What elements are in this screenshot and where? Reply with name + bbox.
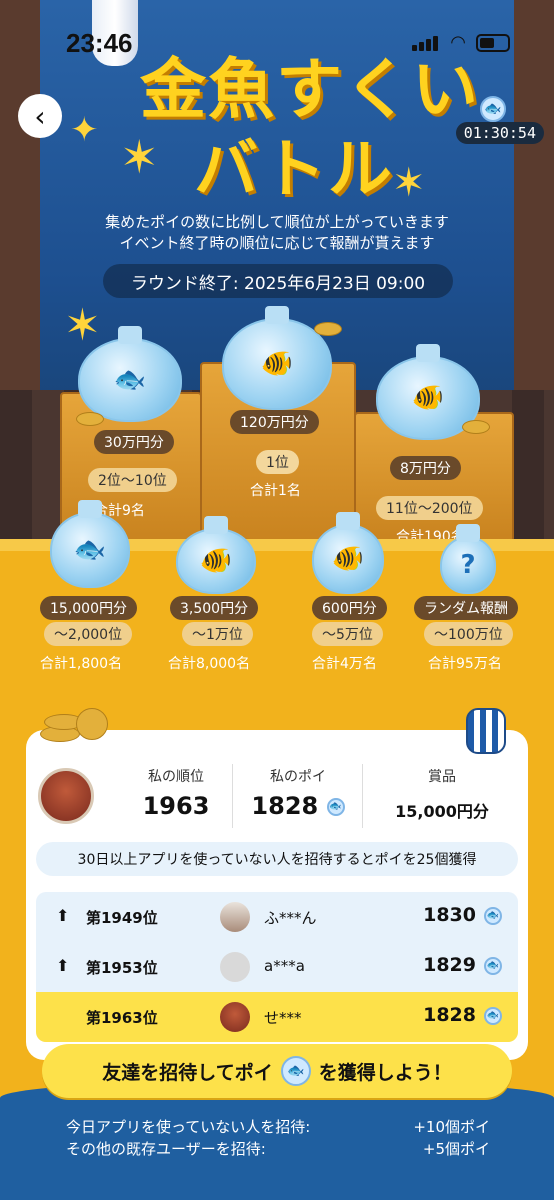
coin-icon bbox=[462, 420, 490, 434]
prize-second: 30万円分 bbox=[94, 430, 174, 454]
rank-tier-6: 〜5万位 bbox=[312, 622, 383, 646]
my-rank-value: 1963 bbox=[142, 792, 210, 820]
avatar bbox=[220, 952, 250, 982]
screen: 23:46 ◠ ‹ 金魚すくい バトル ✦ ✶ ✶ ✶ 🐟 01:30:54 集… bbox=[0, 0, 554, 1200]
list-item-name: a***a bbox=[264, 957, 305, 975]
list-item-name: せ*** bbox=[264, 1009, 302, 1027]
poi-icon: 🐟 bbox=[484, 957, 502, 975]
list-item-points: 1828 bbox=[423, 1004, 476, 1026]
sparkle-icon: ✶ bbox=[64, 300, 101, 351]
sparkle-icon: ✶ bbox=[392, 160, 426, 206]
poi-icon: 🐟 bbox=[484, 1007, 502, 1025]
list-item-points: 1829 bbox=[423, 954, 476, 976]
lantern-icon bbox=[466, 708, 506, 754]
my-prize-label: 賞品 bbox=[428, 769, 456, 785]
total-tier-5: 合計8,000名 bbox=[168, 656, 251, 672]
goldfish-bag-second: 🐟 bbox=[78, 326, 182, 422]
list-item-self[interactable]: 第1963位 せ*** 1828 🐟 bbox=[36, 992, 518, 1042]
event-timer: 01:30:54 bbox=[455, 122, 544, 144]
coin-icon bbox=[314, 322, 342, 336]
total-tier-4: 合計1,800名 bbox=[40, 656, 123, 672]
cta-text-after: を獲得しよう！ bbox=[318, 1061, 452, 1084]
list-item-rank: 第1963位 bbox=[86, 1009, 158, 1027]
prize-tier-7: ランダム報酬 bbox=[414, 596, 518, 620]
goldfish-bag-6: 🐠 bbox=[312, 512, 384, 594]
poi-icon: 🐟 bbox=[280, 1056, 311, 1086]
back-button[interactable]: ‹ bbox=[18, 94, 62, 138]
total-first: 合計1名 bbox=[250, 483, 301, 499]
goldfish-bag-5: 🐠 bbox=[176, 516, 256, 594]
my-prize-value: 15,000円分 bbox=[395, 802, 489, 821]
coin-icon bbox=[76, 412, 104, 426]
description-line1: 集めたポイの数に比例して順位が上がっていきます bbox=[105, 213, 449, 231]
my-poi: 私のポイ 1828 🐟 bbox=[242, 766, 354, 820]
bonus-label: その他の既存ユーザーを招待: bbox=[66, 1140, 266, 1158]
list-item-points: 1830 bbox=[423, 904, 476, 926]
bonus-row: 今日アプリを使っていない人を招待: +10個ポイ bbox=[66, 1116, 490, 1137]
round-end-label: ラウンド終了: 2025年6月23日 09:00 bbox=[103, 264, 453, 298]
total-tier-7: 合計95万名 bbox=[428, 656, 502, 672]
prize-tier-4: 15,000円分 bbox=[40, 596, 137, 620]
list-item-rank: 第1953位 bbox=[86, 959, 158, 977]
goldfish-bag-4: 🐟 bbox=[50, 500, 130, 588]
poi-icon: 🐟 bbox=[326, 798, 345, 816]
mystery-bag: ? bbox=[440, 524, 496, 594]
list-item[interactable]: ⬆ 第1949位 ふ***ん 1830 🐟 bbox=[36, 892, 518, 942]
prize-first: 120万円分 bbox=[230, 410, 319, 434]
my-prize: 賞品 15,000円分 bbox=[372, 766, 512, 822]
rank-tier-5: 〜1万位 bbox=[182, 622, 253, 646]
list-item-name: ふ***ん bbox=[264, 909, 317, 927]
my-poi-label: 私のポイ bbox=[270, 769, 326, 785]
description-line2: イベント終了時の順位に応じて報酬が貰えます bbox=[119, 234, 435, 252]
poi-icon: 🐟 bbox=[484, 907, 502, 925]
total-tier-6: 合計4万名 bbox=[312, 656, 377, 672]
event-description: 集めたポイの数に比例して順位が上がっていきます イベント終了時の順位に応じて報酬… bbox=[0, 212, 554, 254]
rank-tier-7: 〜100万位 bbox=[424, 622, 513, 646]
divider bbox=[362, 764, 363, 828]
prize-tier-5: 3,500円分 bbox=[170, 596, 259, 620]
sparkle-icon: ✦ bbox=[70, 110, 99, 150]
battery-icon bbox=[476, 34, 510, 52]
ranking-list: ⬆ 第1949位 ふ***ん 1830 🐟 ⬆ 第1953位 a***a 182… bbox=[36, 892, 518, 1042]
my-poi-value: 1828 bbox=[251, 792, 319, 820]
avatar bbox=[38, 768, 94, 824]
prize-third: 8万円分 bbox=[390, 456, 461, 480]
rank-third: 11位〜200位 bbox=[376, 496, 483, 520]
list-item[interactable]: ⬆ 第1953位 a***a 1829 🐟 bbox=[36, 942, 518, 992]
sparkle-icon: ✶ bbox=[120, 130, 159, 184]
status-time: 23:46 bbox=[66, 28, 133, 58]
rank-second: 2位〜10位 bbox=[88, 468, 177, 492]
avatar bbox=[220, 1002, 250, 1032]
prize-tier-6: 600円分 bbox=[312, 596, 387, 620]
rank-tier-4: 〜2,000位 bbox=[44, 622, 133, 646]
avatar bbox=[220, 902, 250, 932]
invite-friends-button[interactable]: 友達を招待してポイ 🐟 を獲得しよう！ bbox=[42, 1044, 512, 1098]
up-arrow-icon: ⬆ bbox=[56, 906, 70, 925]
my-rank-label: 私の順位 bbox=[148, 769, 204, 785]
my-rank: 私の順位 1963 bbox=[128, 766, 224, 820]
list-item-rank: 第1949位 bbox=[86, 909, 158, 927]
divider bbox=[232, 764, 233, 828]
page-title-line2: バトル bbox=[194, 133, 394, 207]
invite-info-banner[interactable]: 30日以上アプリを使っていない人を招待するとポイを25個獲得 bbox=[36, 842, 518, 876]
bonus-row: その他の既存ユーザーを招待: +5個ポイ bbox=[66, 1138, 490, 1159]
back-icon: ‹ bbox=[34, 99, 46, 133]
bonus-value: +5個ポイ bbox=[422, 1140, 490, 1158]
coins-icon bbox=[40, 706, 110, 746]
poi-icon: 🐟 bbox=[480, 96, 506, 122]
up-arrow-icon: ⬆ bbox=[56, 956, 70, 975]
bonus-value: +10個ポイ bbox=[413, 1118, 490, 1136]
cta-text-before: 友達を招待してポイ bbox=[102, 1061, 273, 1084]
rank-first: 1位 bbox=[256, 450, 299, 474]
bonus-label: 今日アプリを使っていない人を招待: bbox=[66, 1118, 311, 1136]
